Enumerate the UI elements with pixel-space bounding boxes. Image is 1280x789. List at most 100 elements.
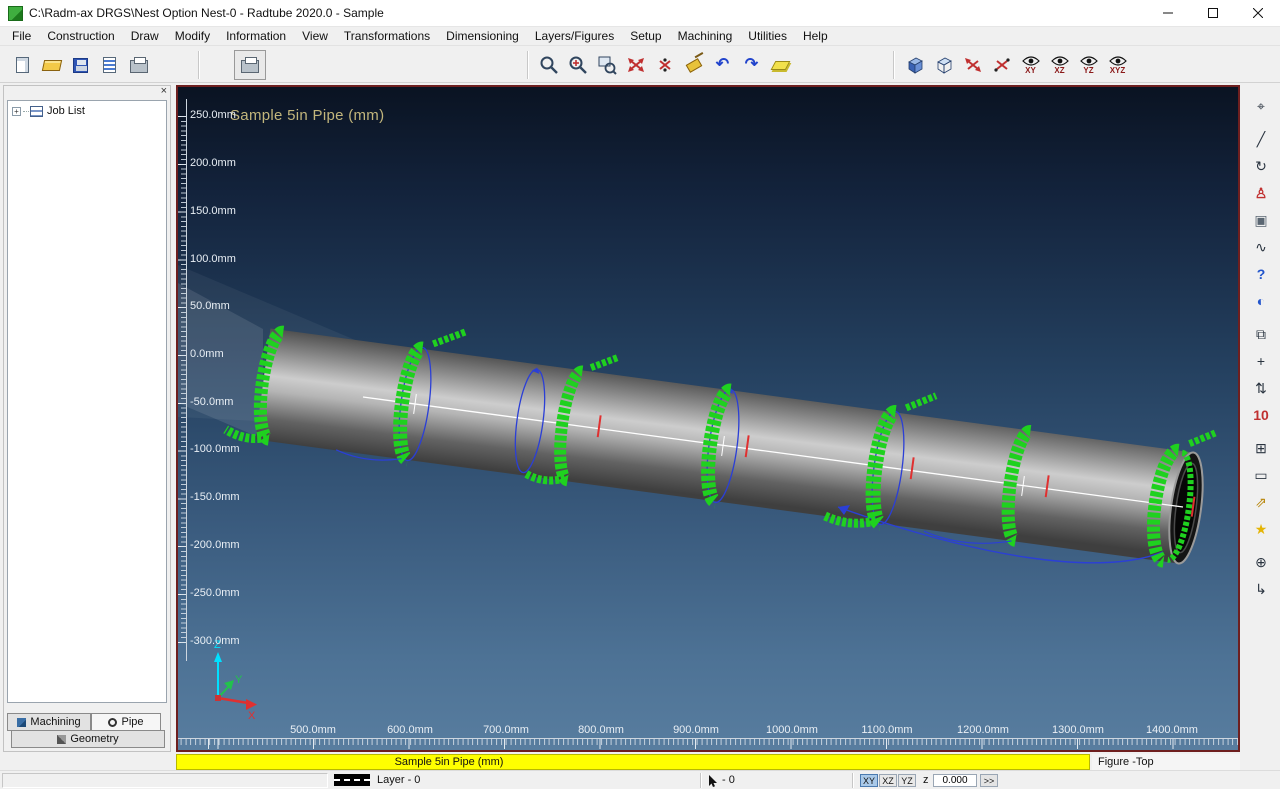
menu-information[interactable]: Information: [218, 28, 294, 44]
z-input[interactable]: [933, 774, 977, 787]
new-button[interactable]: [8, 50, 37, 80]
tab-machining-label: Machining: [30, 716, 80, 728]
line-style-swatch[interactable]: [334, 774, 370, 786]
toolbar-separator: [198, 51, 200, 79]
eye-icon: [1022, 56, 1040, 66]
figure-title-bar[interactable]: Sample 5in Pipe (mm): [176, 754, 1090, 770]
v-ruler-label: -150.0mm: [190, 491, 240, 503]
viewport[interactable]: Z Y X Sample 5in Pipe (mm) 250.0mm 200.0…: [176, 85, 1240, 752]
job-list-button[interactable]: [95, 50, 124, 80]
move-button[interactable]: +: [1248, 348, 1274, 373]
v-ruler-label: 250.0mm: [190, 109, 236, 121]
tree-expander-icon[interactable]: +: [12, 107, 21, 116]
solid-view-button[interactable]: ▣: [1248, 207, 1274, 232]
erase-button[interactable]: [766, 50, 795, 80]
send-button[interactable]: ↳: [1248, 576, 1274, 601]
tab-machining[interactable]: Machining: [7, 713, 91, 731]
view-3d-button[interactable]: [900, 50, 929, 80]
label-button[interactable]: ▭: [1248, 462, 1274, 487]
eraser-icon: [771, 61, 791, 70]
main-toolbar: ↶ ↷ XY XZ YZ XYZ: [0, 45, 1280, 83]
view-yz-button[interactable]: YZ: [1074, 50, 1103, 80]
redo-button[interactable]: ↷: [737, 50, 766, 80]
help-button[interactable]: ?: [1248, 261, 1274, 286]
minimize-button[interactable]: [1145, 0, 1190, 27]
menu-utilities[interactable]: Utilities: [740, 28, 795, 44]
view-xz-button[interactable]: XZ: [1045, 50, 1074, 80]
redraw-button[interactable]: [679, 50, 708, 80]
shade-mode-button[interactable]: ◐: [1248, 288, 1274, 313]
menu-dimensioning[interactable]: Dimensioning: [438, 28, 527, 44]
menu-file[interactable]: File: [4, 28, 39, 44]
menu-draw[interactable]: Draw: [123, 28, 167, 44]
save-button[interactable]: [66, 50, 95, 80]
reorder-button[interactable]: ⇅: [1248, 375, 1274, 400]
locate-button[interactable]: ⊕: [1248, 549, 1274, 574]
menu-modify[interactable]: Modify: [167, 28, 218, 44]
plane-xy-button[interactable]: XY: [860, 774, 878, 787]
menu-transformations[interactable]: Transformations: [336, 28, 438, 44]
h-ruler-label: 800.0mm: [571, 724, 631, 736]
open-button[interactable]: [37, 50, 66, 80]
rotate-view-button[interactable]: ↻: [1248, 153, 1274, 178]
view-wireframe-button[interactable]: [929, 50, 958, 80]
zoom-selected-button[interactable]: [650, 50, 679, 80]
panel-close-button[interactable]: ×: [161, 85, 167, 98]
favorites-button[interactable]: ★: [1248, 516, 1274, 541]
zoom-window-button[interactable]: [592, 50, 621, 80]
menu-machining[interactable]: Machining: [670, 28, 741, 44]
export-button[interactable]: ⇗: [1248, 489, 1274, 514]
help-icon: ?: [1257, 267, 1266, 281]
h-ruler-label: 1000.0mm: [762, 724, 822, 736]
menu-bar: File Construction Draw Modify Informatio…: [0, 27, 1280, 45]
plane-yz-button[interactable]: YZ: [898, 774, 916, 787]
stretch-selected-button[interactable]: [987, 50, 1016, 80]
select-icon: ⌖: [1257, 99, 1265, 113]
menu-layers-figures[interactable]: Layers/Figures: [527, 28, 622, 44]
figure-name[interactable]: Figure -Top: [1092, 754, 1240, 770]
datum-button[interactable]: ♙: [1248, 180, 1274, 205]
zoom-button[interactable]: [534, 50, 563, 80]
zoom-extents-button[interactable]: [621, 50, 650, 80]
menu-construction[interactable]: Construction: [39, 28, 122, 44]
layer-indicator[interactable]: Layer - 0: [377, 774, 420, 786]
cube-3d-icon: [905, 55, 925, 75]
sequence-button[interactable]: 10: [1248, 402, 1274, 427]
grid-button[interactable]: ⊞: [1248, 435, 1274, 460]
copy-button[interactable]: ⧉: [1248, 321, 1274, 346]
print-button[interactable]: [124, 50, 153, 80]
move-icon: +: [1257, 354, 1265, 368]
maximize-button[interactable]: [1190, 0, 1235, 27]
status-bar: Layer - 0 - 0 XY XZ YZ z >>: [0, 770, 1280, 789]
job-list-node[interactable]: + Job List: [8, 101, 166, 117]
grid-icon: ⊞: [1255, 441, 1267, 455]
draw-line-button[interactable]: ╱: [1248, 126, 1274, 151]
h-ruler-label: 700.0mm: [476, 724, 536, 736]
tab-geometry[interactable]: Geometry: [11, 730, 165, 748]
more-button[interactable]: >>: [980, 774, 998, 787]
menu-help[interactable]: Help: [795, 28, 836, 44]
select-handles-button[interactable]: ⌖: [1248, 93, 1274, 118]
zoom-in-button[interactable]: [563, 50, 592, 80]
print-preview-button[interactable]: [234, 50, 266, 80]
menu-setup[interactable]: Setup: [622, 28, 669, 44]
viewport-title: Sample 5in Pipe (mm): [230, 107, 384, 124]
eye-icon: [1051, 56, 1069, 66]
tab-pipe[interactable]: Pipe: [91, 713, 161, 731]
right-toolbar: ⌖ ╱ ↻ ♙ ▣ ∿ ? ◐ ⧉ + ⇅ 10 ⊞ ▭ ⇗ ★ ⊕ ↳: [1246, 93, 1276, 603]
view-xy-button[interactable]: XY: [1016, 50, 1045, 80]
open-folder-icon: [41, 60, 61, 71]
view-xyz-button[interactable]: XYZ: [1103, 50, 1132, 80]
panel-tabs: Machining Pipe Geometry: [7, 713, 167, 748]
close-button[interactable]: [1235, 0, 1280, 27]
undo-button[interactable]: ↶: [708, 50, 737, 80]
locate-icon: ⊕: [1255, 555, 1267, 569]
v-ruler-line: [186, 99, 187, 661]
plane-xz-button[interactable]: XZ: [879, 774, 897, 787]
stretch-view-button[interactable]: [958, 50, 987, 80]
magnifier-icon: [539, 55, 559, 75]
toolbar-separator: [893, 51, 895, 79]
menu-view[interactable]: View: [294, 28, 336, 44]
v-ruler-label: 200.0mm: [190, 157, 236, 169]
spline-button[interactable]: ∿: [1248, 234, 1274, 259]
